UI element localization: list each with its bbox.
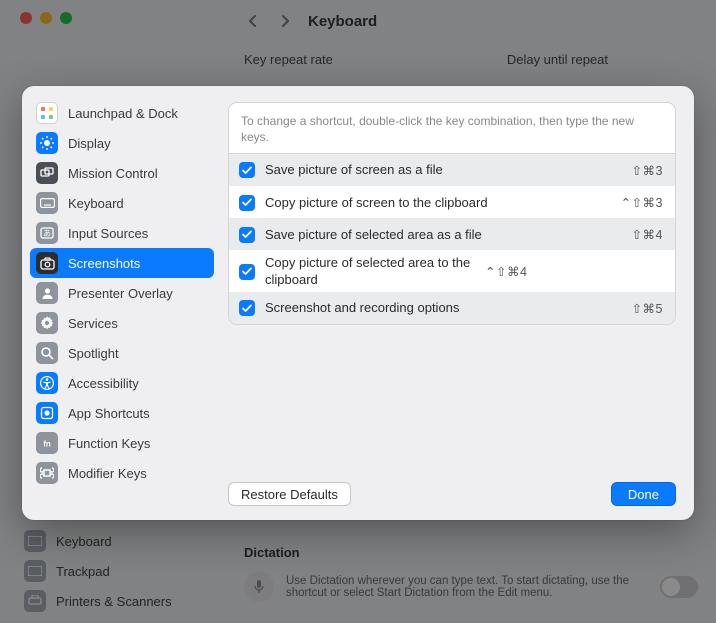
sidebar-item-function-keys[interactable]: fn Function Keys <box>30 428 214 458</box>
sheet-footer: Restore Defaults Done <box>228 482 676 506</box>
sidebar-item-label: App Shortcuts <box>68 406 150 421</box>
sidebar-item-app-shortcuts[interactable]: App Shortcuts <box>30 398 214 428</box>
shortcut-row[interactable]: Copy picture of selected area to the cli… <box>229 250 675 292</box>
checkbox-icon[interactable] <box>239 300 255 316</box>
gear-icon <box>36 312 58 334</box>
shortcut-row[interactable]: Copy picture of screen to the clipboard ⌃… <box>229 186 675 218</box>
screenshot-icon <box>36 252 58 274</box>
sidebar-item-label: Keyboard <box>68 196 124 211</box>
grid-icon <box>36 102 58 124</box>
shortcut-label: Copy picture of selected area to the cli… <box>265 255 475 288</box>
sidebar-item-label: Screenshots <box>68 256 140 271</box>
sidebar-item-label: Mission Control <box>68 166 158 181</box>
hint-text: To change a shortcut, double-click the k… <box>228 102 676 154</box>
sheet-sidebar: Launchpad & Dock Display Mission Control Ke… <box>22 86 222 520</box>
sidebar-item-label: Spotlight <box>68 346 119 361</box>
sidebar-item-launchpad-dock[interactable]: Launchpad & Dock <box>30 98 214 128</box>
sidebar-item-keyboard[interactable]: Keyboard <box>30 188 214 218</box>
sidebar-item-input-sources[interactable]: あ Input Sources <box>30 218 214 248</box>
sidebar-item-label: Launchpad & Dock <box>68 106 178 121</box>
person-icon <box>36 282 58 304</box>
app-icon <box>36 402 58 424</box>
checkbox-icon[interactable] <box>239 195 255 211</box>
cmd-icon <box>36 462 58 484</box>
sidebar-item-mission-control[interactable]: Mission Control <box>30 158 214 188</box>
shortcuts-sheet: Launchpad & Dock Display Mission Control Ke… <box>22 86 694 520</box>
shortcut-keys: ⇧⌘5 <box>632 301 663 316</box>
sidebar-item-screenshots[interactable]: Screenshots <box>30 248 214 278</box>
checkbox-icon[interactable] <box>239 227 255 243</box>
shortcut-label: Screenshot and recording options <box>265 300 622 316</box>
sidebar-item-label: Modifier Keys <box>68 466 147 481</box>
sidebar-item-accessibility[interactable]: Accessibility <box>30 368 214 398</box>
sidebar-item-display[interactable]: Display <box>30 128 214 158</box>
sidebar-item-services[interactable]: Services <box>30 308 214 338</box>
checkbox-icon[interactable] <box>239 264 255 280</box>
shortcut-keys: ⇧⌘3 <box>632 163 663 178</box>
shortcut-keys: ⌃⇧⌘4 <box>485 264 527 279</box>
sheet-main: To change a shortcut, double-click the k… <box>222 86 694 520</box>
checkbox-icon[interactable] <box>239 162 255 178</box>
svg-text:fn: fn <box>43 440 51 449</box>
shortcut-label: Copy picture of screen to the clipboard <box>265 195 611 211</box>
svg-text:あ: あ <box>43 229 51 238</box>
fn-icon: fn <box>36 432 58 454</box>
shortcut-keys: ⇧⌘4 <box>632 227 663 242</box>
done-button[interactable]: Done <box>611 482 676 506</box>
sidebar-item-modifier-keys[interactable]: Modifier Keys <box>30 458 214 488</box>
keyboard-icon <box>36 192 58 214</box>
shortcut-row[interactable]: Save picture of screen as a file ⇧⌘3 <box>229 154 675 186</box>
sidebar-item-spotlight[interactable]: Spotlight <box>30 338 214 368</box>
shortcut-label: Save picture of screen as a file <box>265 162 622 178</box>
sidebar-item-label: Function Keys <box>68 436 150 451</box>
shortcut-row[interactable]: Screenshot and recording options ⇧⌘5 <box>229 292 675 324</box>
sidebar-item-label: Presenter Overlay <box>68 286 173 301</box>
accessibility-icon <box>36 372 58 394</box>
sidebar-item-label: Services <box>68 316 118 331</box>
sun-icon <box>36 132 58 154</box>
sidebar-item-presenter-overlay[interactable]: Presenter Overlay <box>30 278 214 308</box>
input-icon: あ <box>36 222 58 244</box>
shortcut-keys: ⌃⇧⌘3 <box>621 195 663 210</box>
sidebar-item-label: Accessibility <box>68 376 139 391</box>
shortcut-label: Save picture of selected area as a file <box>265 227 622 243</box>
sidebar-item-label: Input Sources <box>68 226 148 241</box>
shortcut-row[interactable]: Save picture of selected area as a file ⇧… <box>229 218 675 250</box>
shortcut-list: Save picture of screen as a file ⇧⌘3 Copy … <box>228 154 676 325</box>
restore-defaults-button[interactable]: Restore Defaults <box>228 482 351 506</box>
search-icon <box>36 342 58 364</box>
windows-icon <box>36 162 58 184</box>
sidebar-item-label: Display <box>68 136 111 151</box>
